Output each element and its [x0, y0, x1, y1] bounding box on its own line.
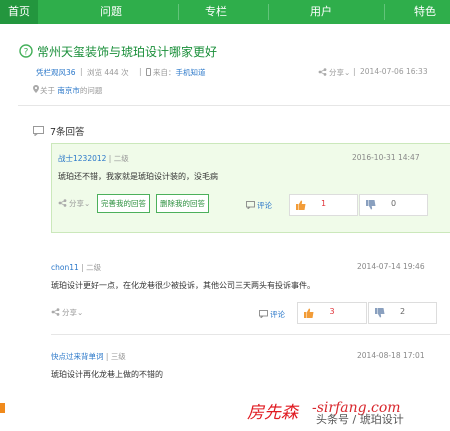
watermark-brand: 房先森 — [247, 403, 298, 423]
answers-count: 7条回答 — [50, 127, 85, 138]
location-pin-icon — [33, 85, 39, 93]
question-icon: ? — [19, 44, 33, 58]
answer-share[interactable]: 分享⌄ — [58, 198, 90, 209]
answer-content: 琥珀还不错，我家就是琥珀设计装的，没毛病 — [58, 172, 218, 181]
answer-date: 2014-07-14 19:46 — [357, 262, 425, 271]
answers-icon — [33, 126, 44, 136]
answer-date: 2016-10-31 14:47 — [352, 153, 420, 162]
nav-item-columns[interactable]: 专栏 — [205, 0, 227, 24]
downvote-count: 2 — [399, 307, 406, 316]
answer-user-line: 战士1232012 | 二级 — [58, 154, 129, 163]
svg-text:?: ? — [24, 48, 29, 58]
comment-button[interactable]: 评论 — [259, 309, 285, 320]
question-meta-sep: | — [139, 67, 142, 76]
answer-user-line: 快点过来背单词 | 三级 — [51, 352, 126, 361]
edge-marker — [0, 403, 5, 413]
question-date: 2014-07-06 16:33 — [360, 67, 428, 76]
divider — [51, 334, 450, 335]
top-nav: 首页 问题 专栏 用户 特色 — [0, 0, 450, 24]
nav-separator — [268, 4, 269, 20]
upvote-button[interactable]: 1 — [289, 194, 358, 216]
answer-share[interactable]: 分享⌄ — [51, 307, 83, 318]
nav-item-questions[interactable]: 问题 — [100, 0, 122, 24]
chevron-down-icon: ⌄ — [344, 68, 351, 77]
question-title[interactable]: 常州天玺装饰与琥珀设计哪家更好 — [37, 43, 217, 60]
nav-item-home[interactable]: 首页 — [0, 0, 38, 24]
comment-button[interactable]: 评论 — [246, 200, 272, 211]
upvote-count: 3 — [329, 307, 335, 316]
downvote-count: 0 — [390, 199, 397, 208]
answer-content: 琥珀设计更好一点，在化龙巷很少被投诉，其他公司三天两头有投诉事件。 — [51, 281, 315, 290]
answer-user-line: chon11 | 二级 — [51, 263, 102, 272]
share-icon — [51, 308, 60, 316]
question-location: 关于 南京市的问题 — [40, 86, 103, 95]
answer-level: 二级 — [86, 263, 102, 272]
nav-item-featured[interactable]: 特色 — [414, 0, 436, 24]
nav-item-users[interactable]: 用户 — [310, 0, 332, 24]
divider — [18, 105, 450, 106]
comment-icon — [259, 310, 268, 318]
nav-separator — [178, 4, 179, 20]
question-views: 浏览 444 次 — [87, 68, 129, 77]
improve-answer-button[interactable]: 完善我的回答 — [97, 194, 150, 213]
question-author[interactable]: 凭栏观风36 — [36, 67, 76, 78]
comment-icon — [246, 201, 255, 209]
answer-user[interactable]: 战士1232012 — [58, 154, 106, 163]
delete-answer-button[interactable]: 删除我的回答 — [156, 194, 209, 213]
question-meta-sep: | — [353, 67, 356, 76]
answer-level: 三级 — [110, 352, 126, 361]
answer-content: 琥珀设计再化龙巷上做的不错的 — [51, 370, 163, 379]
answer-level: 二级 — [113, 154, 129, 163]
downvote-button[interactable]: 0 — [359, 194, 428, 216]
nav-separator — [384, 4, 385, 20]
answer-user[interactable]: 快点过来背单词 — [51, 352, 104, 361]
watermark-subtitle: 头条号 / 琥珀设计 — [316, 413, 404, 426]
share-icon — [318, 68, 327, 76]
share-icon — [58, 199, 67, 207]
answer-user[interactable]: chon11 — [51, 263, 79, 272]
source-link[interactable]: 手机知道 — [176, 68, 206, 77]
upvote-count: 1 — [320, 199, 327, 208]
question-source: 来自：手机知道 — [146, 67, 206, 78]
answer-date: 2014-08-18 17:01 — [357, 351, 425, 360]
location-link[interactable]: 南京市 — [57, 86, 80, 95]
phone-icon — [146, 68, 151, 76]
upvote-button[interactable]: 3 — [297, 302, 367, 324]
question-share[interactable]: 分享⌄ — [318, 67, 350, 78]
question-meta-sep: | — [80, 67, 83, 76]
downvote-button[interactable]: 2 — [368, 302, 437, 324]
